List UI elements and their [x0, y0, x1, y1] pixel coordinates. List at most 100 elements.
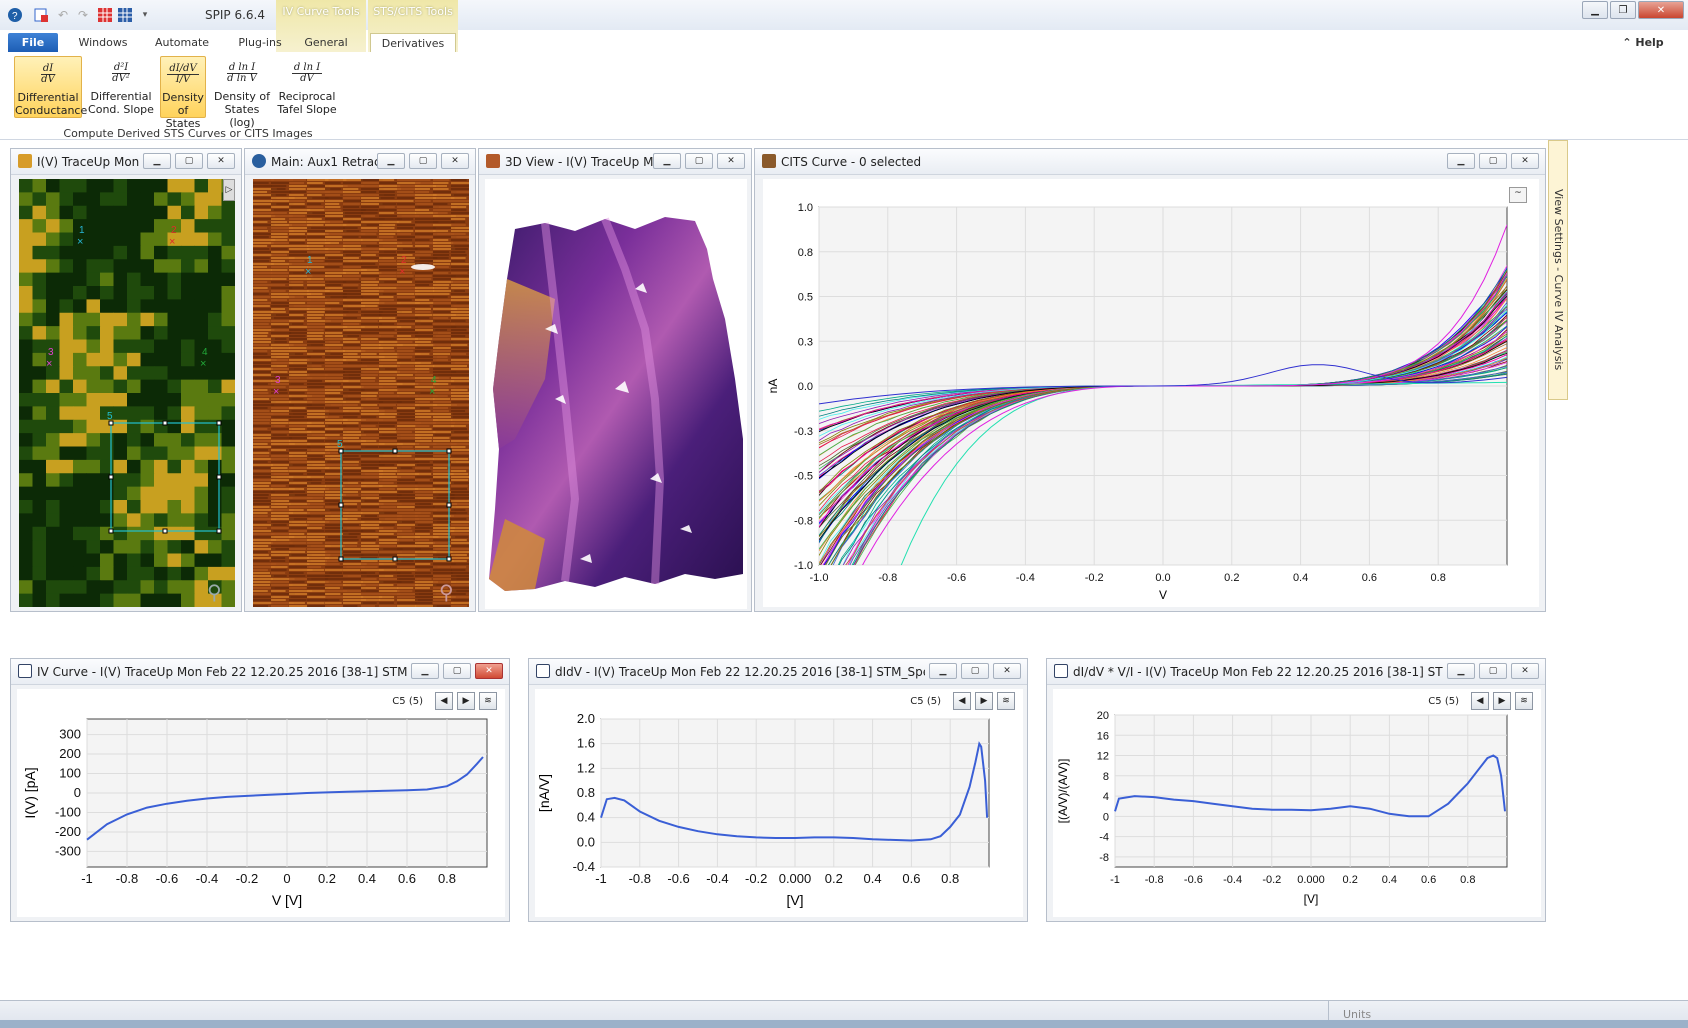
cits-titlebar[interactable]: CITS Curve - 0 selected ▁ ▢ ✕ [755, 149, 1545, 175]
image-pixel [32, 179, 47, 193]
cits-plot[interactable]: -1.0 -0.8 -0.6 -0.4 -0.2 0.0 0.2 0.4 0.6 0.8 1.0 0.… [763, 179, 1539, 607]
minimize-button[interactable]: ▁ [411, 663, 439, 679]
ribbon-button-2[interactable]: dI/dV I/V Density of States [160, 56, 206, 130]
redo-icon[interactable]: ↷ [74, 6, 92, 24]
grid-red-icon[interactable] [96, 6, 114, 24]
didv-titlebar[interactable]: dIdV - I(V) TraceUp Mon Feb 22 12.20.25 … [529, 659, 1027, 685]
expand-panel-icon[interactable]: ▷ [223, 179, 235, 201]
tab-windows[interactable]: Windows [70, 33, 136, 52]
image-streak [307, 293, 323, 295]
next-curve-button[interactable]: ▶ [1493, 692, 1511, 710]
image-streak [307, 389, 327, 391]
ribbon-button-3[interactable]: d ln Id ln V Density of States (log) [212, 56, 272, 129]
didv-window[interactable]: dIdV - I(V) TraceUp Mon Feb 22 12.20.25 … [528, 658, 1028, 922]
maximize-button[interactable]: ▢ [409, 153, 437, 169]
view3d-canvas[interactable] [485, 179, 747, 609]
image-streak [361, 404, 378, 406]
grid-blue-icon[interactable] [116, 6, 134, 24]
image-streak [271, 266, 289, 268]
iv-curve-titlebar[interactable]: IV Curve - I(V) TraceUp Mon Feb 22 12.20… [11, 659, 509, 685]
view3d-titlebar[interactable]: 3D View - I(V) TraceUp Mon ... ▁▢✕ [479, 149, 751, 175]
iv-image-view[interactable]: 1 × 2 × 3 × 4 × 5 ⚲ ▷ [19, 179, 236, 608]
ribbon-button-0[interactable]: dI dV Differential Conductance [14, 56, 87, 118]
overlay-curves-button[interactable]: ≋ [1515, 692, 1533, 710]
open-icon[interactable] [32, 6, 50, 24]
help-button[interactable]: ⌃ Help [1618, 33, 1668, 52]
tab-file[interactable]: File [8, 33, 58, 52]
didv-plot[interactable]: C5 (5) ◀ ▶ ≋ -1 -0.8 -0.6 -0.4 -0.2 0.000 0.2 0.4 0… [535, 689, 1023, 917]
minimize-button[interactable]: ▁ [1582, 1, 1608, 19]
image-pixel [194, 540, 209, 554]
image-streak [253, 332, 269, 334]
dos-plot[interactable]: C5 (5) ◀ ▶ ≋ -1 -0.8 -0.6 -0.4 -0.2 0.000 0.2 0.4 0… [1053, 689, 1541, 917]
minimize-button[interactable]: ▁ [929, 663, 957, 679]
image-streak [271, 569, 287, 571]
image-streak [361, 530, 376, 532]
image-streak [343, 251, 363, 253]
close-button[interactable]: ✕ [1511, 663, 1539, 679]
image-streak [343, 311, 358, 313]
image-streak [289, 506, 309, 508]
image-pixel [127, 232, 141, 247]
iv-curve-plot[interactable]: C5 (5) ◀ ▶ ≋ -1 -0.8 -0.6 -0.4 -0.2 0 0.2 0.4 0.6 0.… [17, 689, 505, 917]
maximize-button[interactable]: ▢ [1479, 153, 1507, 169]
minimize-button[interactable]: ▁ [143, 153, 171, 169]
image-streak [415, 515, 430, 517]
image-streak [289, 371, 308, 373]
iv-curve-window[interactable]: IV Curve - I(V) TraceUp Mon Feb 22 12.20… [10, 658, 510, 922]
restore-button[interactable]: ❐ [1610, 1, 1636, 19]
tab-general[interactable]: General [290, 33, 362, 52]
overlay-curves-button[interactable]: ≋ [479, 692, 497, 710]
image-streak [307, 215, 326, 217]
overlay-curves-button[interactable]: ≋ [997, 692, 1015, 710]
close-button[interactable]: ✕ [441, 153, 469, 169]
prev-curve-button[interactable]: ◀ [435, 692, 453, 710]
cits-window[interactable]: CITS Curve - 0 selected ▁ ▢ ✕ -1.0 -0.8 -0.6… [754, 148, 1546, 612]
view3d-window[interactable]: 3D View - I(V) TraceUp Mon ... ▁▢✕ [478, 148, 752, 612]
prev-curve-button[interactable]: ◀ [953, 692, 971, 710]
dos-window[interactable]: dI/dV * V/I - I(V) TraceUp Mon Feb 22 12… [1046, 658, 1546, 922]
minimize-button[interactable]: ▁ [653, 153, 681, 169]
image-streak [271, 218, 286, 220]
iv-image-titlebar[interactable]: I(V) TraceUp Mon F... ▁ ▢ ✕ [11, 149, 241, 175]
customize-qat-icon[interactable]: ▾ [136, 6, 154, 24]
prev-curve-button[interactable]: ◀ [1471, 692, 1489, 710]
image-streak [361, 560, 378, 562]
next-curve-button[interactable]: ▶ [975, 692, 993, 710]
undo-icon[interactable]: ↶ [54, 6, 72, 24]
image-streak [451, 374, 472, 376]
chart-options-icon[interactable]: ~ [1509, 187, 1527, 203]
maximize-button[interactable]: ▢ [175, 153, 203, 169]
maximize-button[interactable]: ▢ [443, 663, 471, 679]
image-pixel [127, 352, 141, 367]
view-settings-panel[interactable]: View Settings - Curve IV Analysis [1548, 140, 1568, 400]
dos-titlebar[interactable]: dI/dV * V/I - I(V) TraceUp Mon Feb 22 12… [1047, 659, 1545, 685]
close-button[interactable]: ✕ [993, 663, 1021, 679]
maximize-button[interactable]: ▢ [961, 663, 989, 679]
image-streak [271, 260, 286, 262]
close-button[interactable]: ✕ [1511, 153, 1539, 169]
minimize-button[interactable]: ▁ [1447, 663, 1475, 679]
tab-automate[interactable]: Automate [146, 33, 218, 52]
main-image-view[interactable]: 1 × 2 × 3 × 4 × 5 ⚲ [253, 179, 475, 607]
main-image-window[interactable]: Main: Aux1 Retrace... ▁▢✕ 1×2×3×4×5⚲ [244, 148, 476, 612]
main-image-titlebar[interactable]: Main: Aux1 Retrace... ▁▢✕ [245, 149, 475, 175]
minimize-button[interactable]: ▁ [377, 153, 405, 169]
close-button[interactable]: ✕ [717, 153, 745, 169]
close-button[interactable]: ✕ [475, 663, 503, 679]
image-pixel [208, 205, 222, 220]
maximize-button[interactable]: ▢ [685, 153, 713, 169]
ribbon-button-1[interactable]: d²I dV² Differential Cond. Slope [86, 56, 156, 118]
minimize-button[interactable]: ▁ [1447, 153, 1475, 169]
image-streak [343, 377, 362, 379]
maximize-button[interactable]: ▢ [1479, 663, 1507, 679]
next-curve-button[interactable]: ▶ [457, 692, 475, 710]
app-icon[interactable]: ? [6, 6, 24, 24]
iv-image-window[interactable]: I(V) TraceUp Mon F... ▁ ▢ ✕ 1 × 2 × 3 × 4 × 5 ⚲ ▷ [10, 148, 242, 612]
close-button[interactable]: ✕ [207, 153, 235, 169]
ribbon-button-4[interactable]: d ln IdV Reciprocal Tafel Slope [276, 56, 338, 118]
3d-view-icon [486, 154, 500, 168]
tab-plugins[interactable]: Plug-ins [228, 33, 292, 52]
tab-derivatives[interactable]: Derivatives [370, 33, 456, 52]
close-button[interactable]: ✕ [1638, 1, 1684, 19]
